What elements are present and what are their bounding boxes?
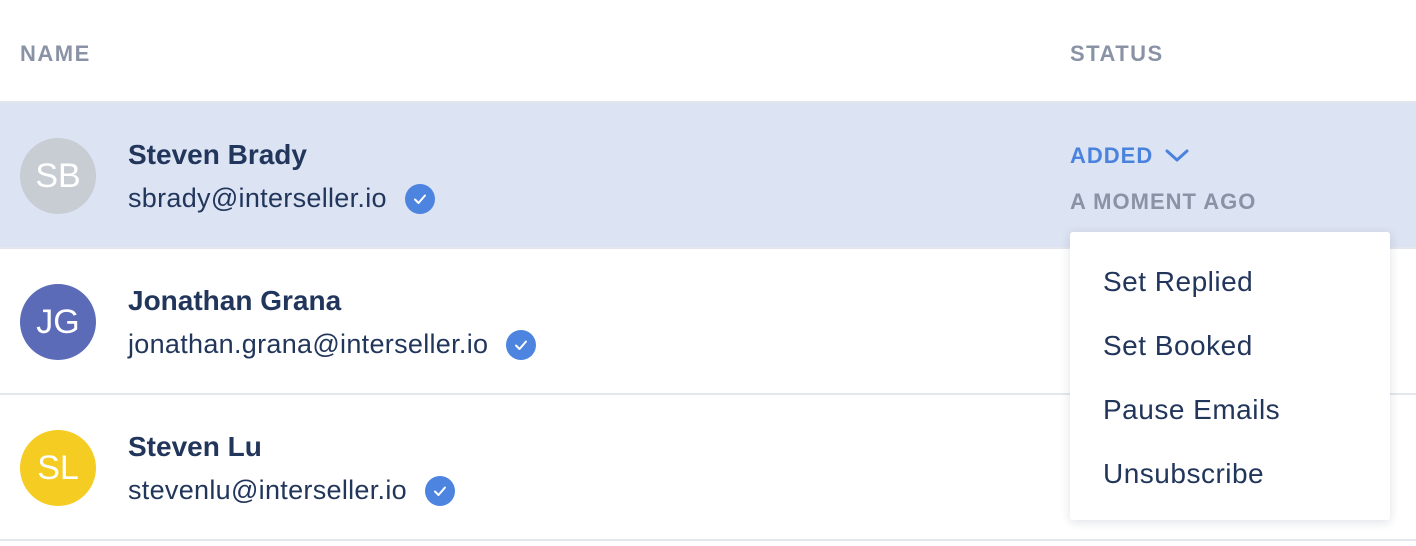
chevron-down-icon xyxy=(1165,149,1189,162)
menu-item-set-replied[interactable]: Set Replied xyxy=(1070,250,1390,314)
check-circle-icon xyxy=(404,183,435,214)
contact-email-line: jonathan.grana@interseller.io xyxy=(128,329,537,360)
menu-item-unsubscribe[interactable]: Unsubscribe xyxy=(1070,442,1390,506)
table-row[interactable]: SB Steven Brady sbrady@interseller.io AD… xyxy=(0,103,1416,249)
table-header: NAME STATUS xyxy=(0,0,1416,103)
contact-name: Steven Lu xyxy=(128,431,262,462)
avatar: JG xyxy=(20,284,96,360)
avatar: SB xyxy=(20,138,96,214)
contact-email: stevenlu@interseller.io xyxy=(128,475,407,505)
contact-email-line: stevenlu@interseller.io xyxy=(128,475,455,506)
contact-email-line: sbrady@interseller.io xyxy=(128,183,435,214)
contact-email: jonathan.grana@interseller.io xyxy=(128,329,489,359)
name-column-header: NAME xyxy=(20,41,91,66)
status-timestamp: A MOMENT AGO xyxy=(1070,189,1257,214)
menu-item-set-booked[interactable]: Set Booked xyxy=(1070,314,1390,378)
contact-name: Steven Brady xyxy=(128,139,307,170)
check-circle-icon xyxy=(424,475,455,506)
contact-email: sbrady@interseller.io xyxy=(128,183,387,213)
status-column-header: STATUS xyxy=(1070,41,1164,66)
contacts-table: NAME STATUS SB Steven Brady sbrady@inter… xyxy=(0,0,1416,546)
contact-name: Jonathan Grana xyxy=(128,285,342,316)
menu-item-pause-emails[interactable]: Pause Emails xyxy=(1070,378,1390,442)
status-dropdown-menu: Set Replied Set Booked Pause Emails Unsu… xyxy=(1070,232,1390,520)
status-label: ADDED xyxy=(1070,143,1154,168)
avatar: SL xyxy=(20,430,96,506)
status-dropdown-toggle[interactable]: ADDED xyxy=(1070,143,1189,169)
check-circle-icon xyxy=(506,329,537,360)
